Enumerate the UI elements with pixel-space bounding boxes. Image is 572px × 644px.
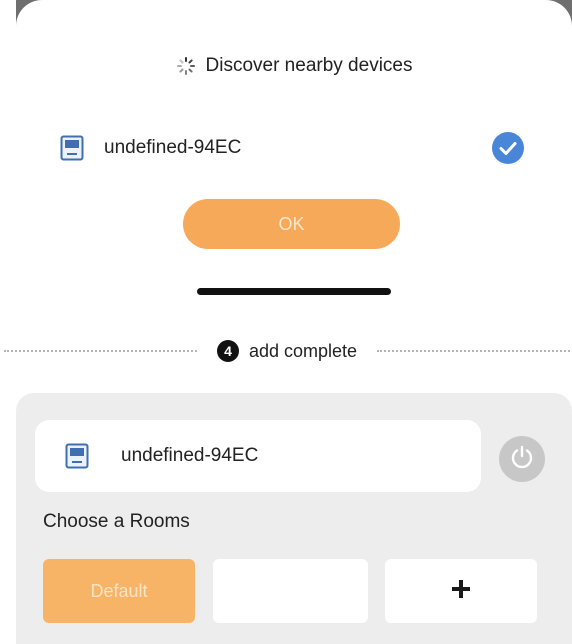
divider-left [4, 350, 197, 352]
discovered-device-row[interactable]: undefined-94EC [60, 130, 532, 166]
step-label: add complete [248, 340, 358, 361]
power-button[interactable] [499, 436, 545, 482]
add-room-button[interactable] [385, 559, 537, 623]
step-separator: 4 add complete [0, 336, 572, 366]
discover-sheet: Discover nearby devices undefined-94EC O… [16, 0, 572, 304]
room-default-button[interactable]: Default [43, 559, 195, 623]
room-blank-button[interactable] [213, 559, 368, 623]
power-icon [509, 444, 535, 475]
device-icon [60, 135, 84, 161]
divider-right [377, 350, 571, 352]
step-number-badge: 4 [216, 340, 239, 362]
discover-title: Discover nearby devices [205, 55, 413, 76]
plus-icon [450, 578, 472, 605]
discovered-device-name: undefined-94EC [104, 137, 242, 158]
discover-header: Discover nearby devices [16, 52, 572, 80]
device-card[interactable]: undefined-94EC [35, 420, 481, 492]
device-card-name: undefined-94EC [121, 445, 259, 466]
checkmark-icon[interactable] [492, 132, 524, 164]
home-indicator [197, 288, 391, 295]
spinner-icon [176, 56, 196, 76]
rooms-title: Choose a Rooms [43, 511, 190, 532]
add-complete-panel: undefined-94EC Choose a Rooms Default [16, 393, 572, 644]
ok-button[interactable]: OK [183, 199, 400, 249]
device-icon [65, 443, 89, 469]
